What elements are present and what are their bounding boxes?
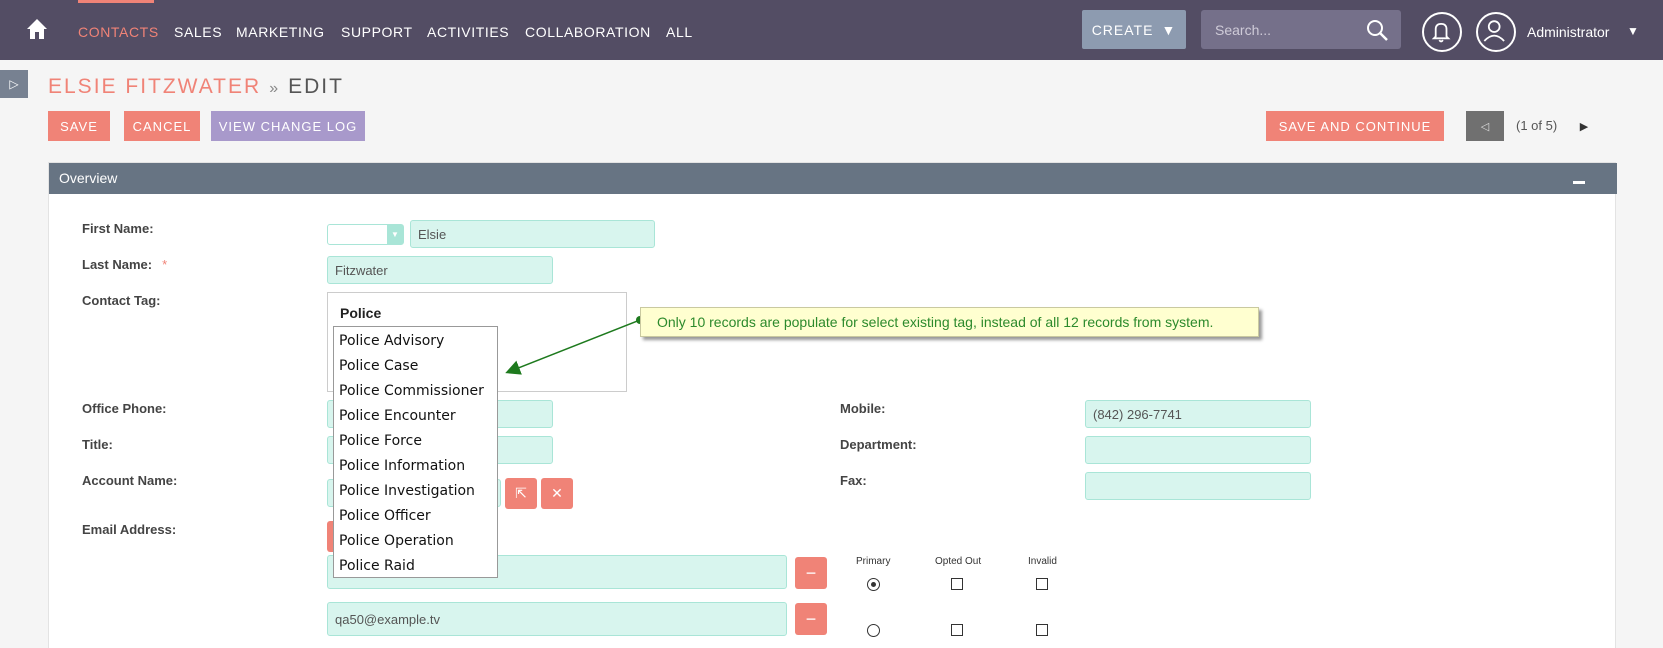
record-name[interactable]: ELSIE FITZWATER: [48, 75, 261, 98]
panel-header[interactable]: Overview: [49, 163, 1617, 194]
remove-email-1-icon[interactable]: −: [795, 557, 827, 589]
department-field[interactable]: [1085, 436, 1311, 464]
top-nav: CONTACTS SALES MARKETING SUPPORT ACTIVIT…: [0, 0, 1663, 60]
first-name-field[interactable]: Elsie: [410, 220, 655, 248]
account-name-label: Account Name:: [82, 473, 178, 488]
breadcrumb-separator: »: [269, 80, 281, 97]
dropdown-item[interactable]: Police Raid: [334, 555, 497, 580]
mobile-label: Mobile:: [840, 401, 886, 416]
breadcrumb-action: EDIT: [288, 75, 344, 98]
nav-active-indicator: [78, 0, 154, 3]
invalid-checkbox-1[interactable]: [1036, 578, 1048, 590]
collapse-icon[interactable]: [1573, 181, 1585, 184]
nav-marketing[interactable]: MARKETING: [236, 24, 325, 40]
dropdown-item[interactable]: Police Officer: [334, 505, 497, 530]
primary-radio-2[interactable]: [867, 624, 880, 637]
required-mark: *: [162, 257, 168, 272]
cancel-button[interactable]: CANCEL: [124, 111, 200, 141]
create-button[interactable]: CREATE ▼: [1082, 10, 1186, 49]
email-col-invalid: Invalid: [1028, 556, 1057, 567]
dropdown-item[interactable]: Police Investigation: [334, 480, 497, 505]
department-label: Department:: [840, 437, 917, 452]
last-name-label-text: Last Name:: [82, 257, 153, 272]
search-input[interactable]: [1215, 20, 1365, 40]
email-col-primary: Primary: [856, 556, 891, 567]
chevron-down-icon: ▼: [387, 225, 403, 244]
fax-field[interactable]: [1085, 472, 1311, 500]
clear-account-icon[interactable]: ✕: [541, 478, 573, 509]
select-account-icon[interactable]: ⇱: [505, 478, 537, 509]
nav-collaboration[interactable]: COLLABORATION: [525, 24, 651, 40]
nav-all[interactable]: ALL: [666, 24, 693, 40]
last-name-label: Last Name: *: [82, 257, 167, 272]
panel-title: Overview: [59, 170, 118, 186]
view-change-log-button[interactable]: VIEW CHANGE LOG: [211, 111, 365, 141]
opted-out-checkbox-1[interactable]: [951, 578, 963, 590]
dropdown-item[interactable]: Police Case: [334, 355, 497, 380]
first-name-label: First Name:: [82, 221, 154, 236]
contact-tag-label: Contact Tag:: [82, 293, 161, 308]
next-record-icon[interactable]: ▶: [1570, 111, 1598, 141]
email-field-2[interactable]: qa50@example.tv: [327, 602, 787, 636]
dropdown-item[interactable]: Police Commissioner: [334, 380, 497, 405]
pager-text: (1 of 5): [1516, 118, 1558, 133]
fax-label: Fax:: [840, 473, 867, 488]
overview-panel: Overview: [48, 162, 1617, 648]
search-icon[interactable]: [1365, 18, 1389, 42]
save-and-continue-button[interactable]: SAVE AND CONTINUE: [1266, 111, 1444, 141]
breadcrumb: ELSIE FITZWATER » EDIT: [48, 75, 344, 99]
dropdown-item[interactable]: Police Encounter: [334, 405, 497, 430]
avatar-icon[interactable]: [1476, 12, 1516, 52]
dropdown-item[interactable]: Police Operation: [334, 530, 497, 555]
user-name[interactable]: Administrator: [1527, 24, 1609, 40]
create-label: CREATE: [1091, 21, 1154, 38]
sidebar-toggle-icon[interactable]: ▷: [0, 70, 28, 98]
dropdown-item[interactable]: Police Force: [334, 430, 497, 455]
invalid-checkbox-2[interactable]: [1036, 624, 1048, 636]
remove-email-2-icon[interactable]: −: [795, 603, 827, 635]
annotation-callout: Only 10 records are populate for select …: [640, 307, 1259, 337]
annotation-arrow: [505, 316, 644, 375]
mobile-field[interactable]: (842) 296-7741: [1085, 400, 1311, 428]
salutation-select[interactable]: ▼: [327, 224, 404, 245]
nav-support[interactable]: SUPPORT: [341, 24, 413, 40]
primary-radio-1[interactable]: [867, 578, 880, 591]
email-col-opted-out: Opted Out: [935, 556, 982, 567]
caret-down-icon: ▼: [1161, 21, 1177, 38]
nav-contacts[interactable]: CONTACTS: [78, 24, 159, 40]
tag-dropdown-list: Police Advisory Police Case Police Commi…: [333, 326, 498, 578]
opted-out-checkbox-2[interactable]: [951, 624, 963, 636]
nav-activities[interactable]: ACTIVITIES: [427, 24, 509, 40]
nav-sales[interactable]: SALES: [174, 24, 222, 40]
home-icon[interactable]: [26, 18, 48, 40]
dropdown-item[interactable]: Police Advisory: [334, 330, 497, 355]
dropdown-item[interactable]: Police Information: [334, 455, 497, 480]
search-box: [1201, 10, 1401, 49]
previous-record-icon[interactable]: ◁: [1466, 111, 1504, 141]
last-name-field[interactable]: Fitzwater: [327, 256, 553, 284]
title-label: Title:: [82, 437, 113, 452]
bell-icon[interactable]: [1422, 12, 1462, 52]
contact-tag-input[interactable]: Police: [340, 305, 381, 321]
office-phone-label: Office Phone:: [82, 401, 167, 416]
email-address-label: Email Address:: [82, 522, 177, 537]
save-button[interactable]: SAVE: [48, 111, 110, 141]
user-menu-caret-icon[interactable]: ▼: [1627, 24, 1639, 38]
